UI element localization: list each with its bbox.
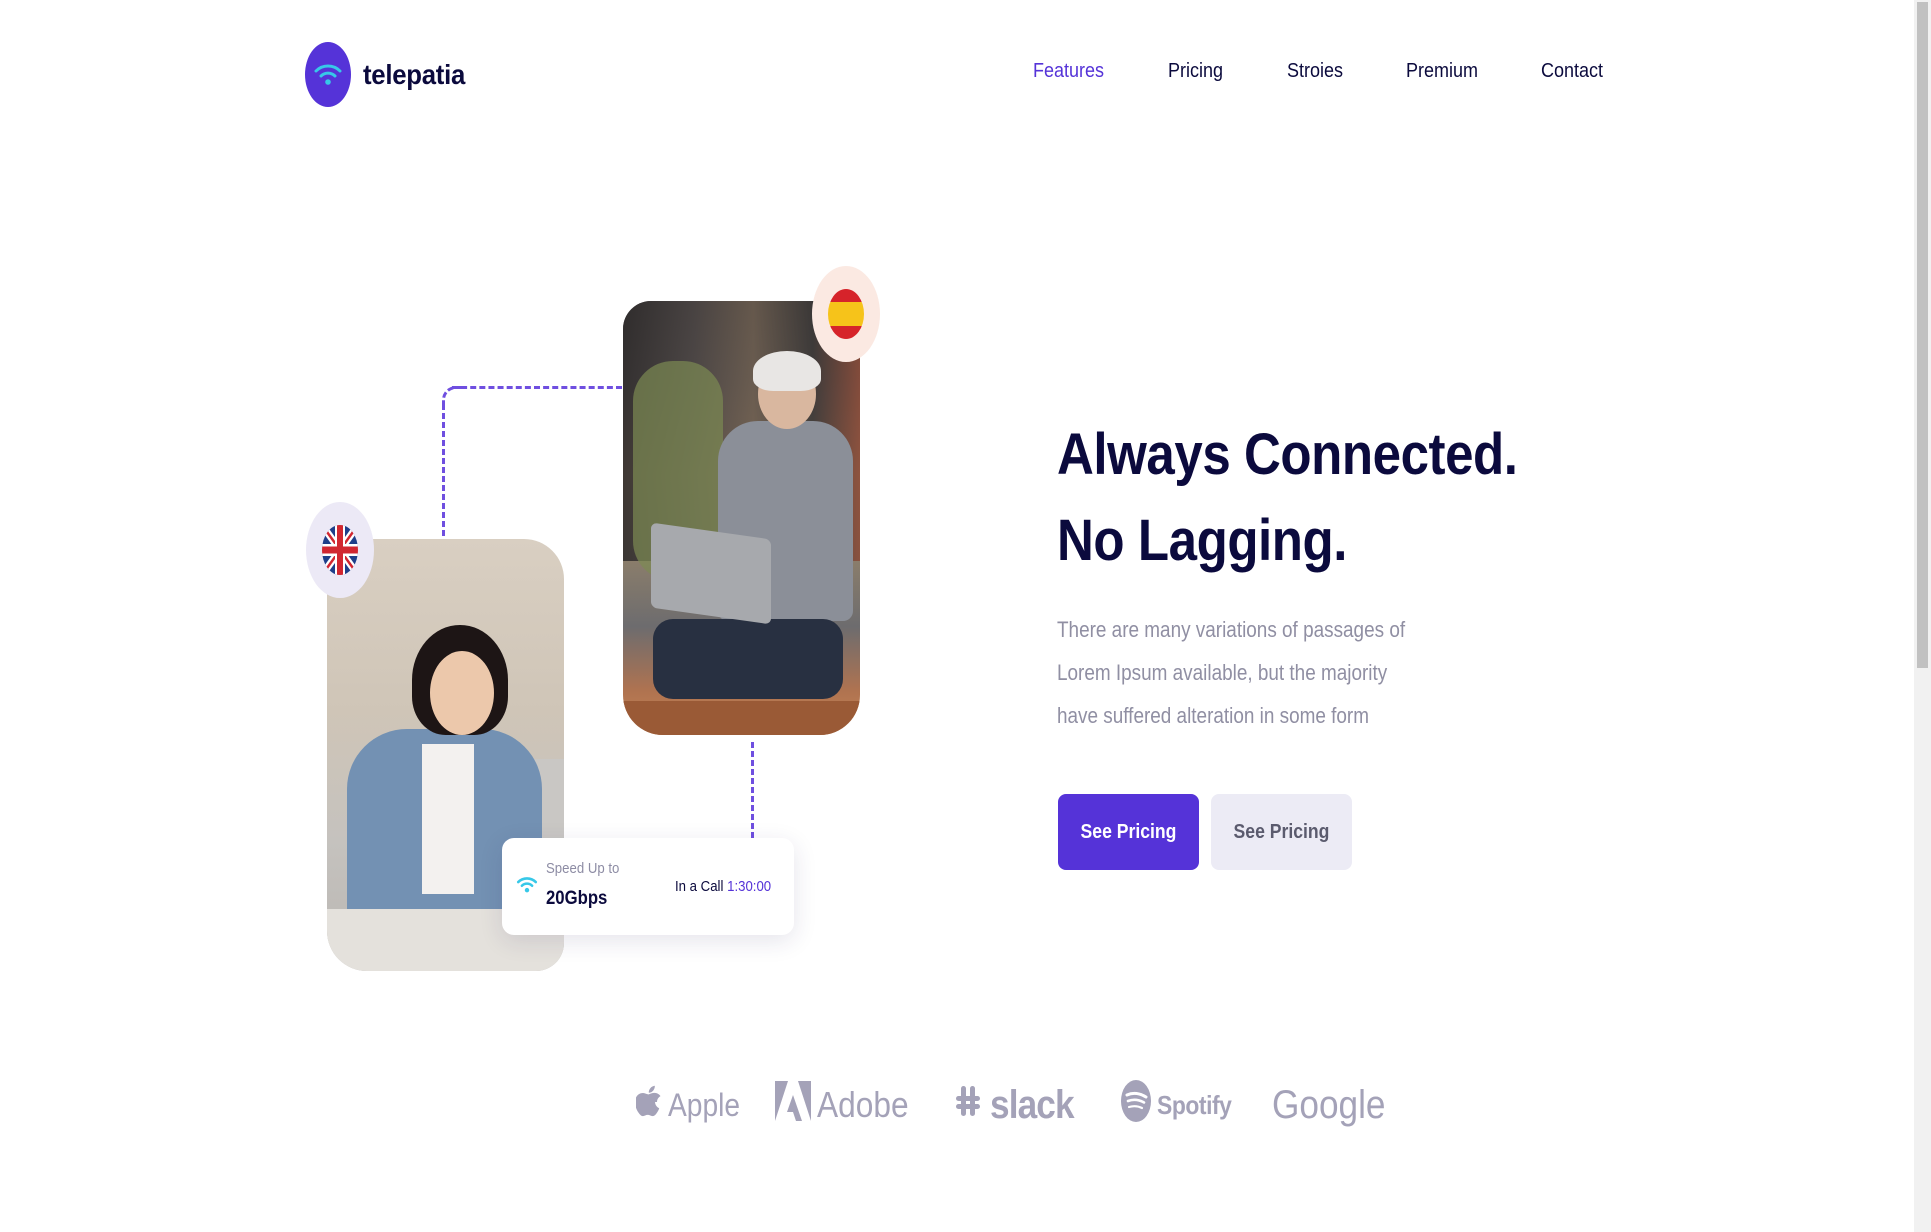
man-with-laptop-photo [623,301,860,735]
landing-page: telepatia Features Pricing Stroies Premi… [0,0,1931,1232]
hero-title-line-1: Always Connected. [1057,422,1518,487]
see-pricing-button-label: See Pricing [1080,820,1177,843]
speed-label: Speed Up to [546,860,620,877]
uk-flag-icon [322,525,358,575]
see-pricing-secondary-button[interactable]: See Pricing [1211,794,1352,870]
slack-icon [952,1083,984,1128]
nav-item-contact[interactable]: Contact [1541,60,1603,83]
photo-bench [623,701,860,735]
wifi-icon [516,874,538,901]
vertical-scrollbar[interactable] [1914,0,1931,1232]
nav-item-pricing[interactable]: Pricing [1168,60,1223,83]
brand-logo-slack: slack [952,1080,1085,1130]
adobe-icon [775,1080,811,1130]
spain-flag-icon [828,289,864,339]
nav-item-stories[interactable]: Stroies [1287,60,1343,83]
speed-status-card: Speed Up to 20Gbps In a Call 1:30:00 [502,838,794,935]
call-status: In a Call 1:30:00 [675,878,771,895]
language-badge-english [306,502,374,598]
brand-google-label: Google [1272,1082,1386,1127]
call-time: 1:30:00 [727,878,772,895]
hero-title: Always Connected. No Lagging. [1057,412,1620,584]
apple-icon [635,1084,662,1126]
photo-person-hair [753,351,821,391]
main-nav: Features Pricing Stroies Premium Contact [0,60,1931,90]
nav-item-premium[interactable]: Premium [1406,60,1478,83]
brand-logo-spotify: Spotify [1121,1079,1242,1131]
nav-item-features[interactable]: Features [1033,60,1104,83]
brand-slack-label: slack [990,1082,1075,1127]
scrollbar-thumb[interactable] [1917,2,1928,668]
photo-person-shirt [422,744,474,894]
see-pricing-secondary-label: See Pricing [1233,820,1330,843]
see-pricing-button[interactable]: See Pricing [1058,794,1199,870]
brand-logo-google: Google [1272,1080,1401,1130]
connector-line [751,742,754,838]
partner-logos: Apple Adobe slack Spotify Google [0,1079,1931,1131]
brand-logo-adobe: Adobe [775,1080,921,1130]
speed-value: 20Gbps [546,888,608,909]
hero-title-line-2: No Lagging. [1057,508,1348,573]
language-badge-spanish [812,266,880,362]
hero-description: There are many variations of passages of… [1057,617,1406,728]
connector-line [442,404,445,536]
brand-adobe-label: Adobe [817,1084,909,1125]
connector-line-corner [442,386,462,406]
photo-person-face [430,651,494,735]
call-label: In a Call [675,878,724,895]
brand-logo-apple: Apple [635,1080,750,1130]
brand-apple-label: Apple [668,1086,741,1123]
brand-spotify-label: Spotify [1157,1089,1232,1120]
photo-person-legs [653,619,843,699]
spotify-icon [1121,1079,1151,1131]
photo-laptop [651,522,771,625]
connector-line [452,386,622,389]
